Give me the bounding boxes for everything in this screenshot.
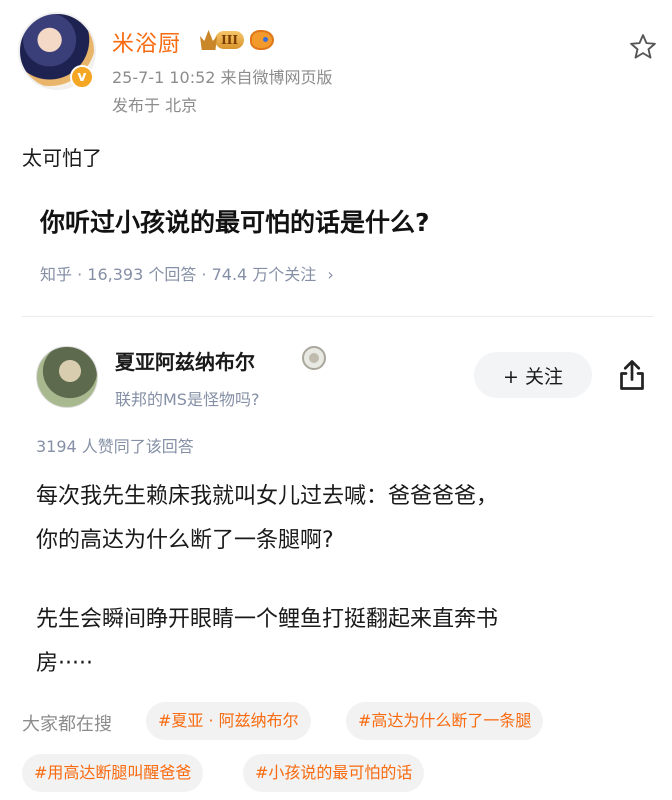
search-tag[interactable]: #用高达断腿叫醒爸爸 <box>22 754 204 792</box>
trending-search-label: 大家都在搜 <box>22 714 112 735</box>
search-tag[interactable]: #小孩说的最可怕的话 <box>243 754 425 792</box>
upvote-count: 3194 人赞同了该回答 <box>36 437 194 456</box>
answer-line: 先生会瞬间睁开眼睛一个鲤鱼打挺翻起来直奔书 <box>36 607 499 632</box>
post-location: 发布于 北京 <box>112 96 198 115</box>
answerer-bio: 联邦的MS是怪物吗? <box>115 390 260 409</box>
answer-line: 房····· <box>36 651 93 676</box>
badge-icon <box>302 346 326 370</box>
author-name[interactable]: 米浴厨 <box>112 26 181 58</box>
crown-level-icon: III <box>200 28 244 52</box>
search-tag[interactable]: #夏亚 · 阿兹纳布尔 <box>146 702 311 740</box>
answer-line: 每次我先生赖床我就叫女儿过去喊：爸爸爸爸， <box>36 484 499 509</box>
level-label: III <box>215 31 244 49</box>
question-stats[interactable]: 知乎 · 16,393 个回答 · 74.4 万个关注 › <box>40 261 334 285</box>
question-stats-text: 知乎 · 16,393 个回答 · 74.4 万个关注 <box>40 265 317 284</box>
divider <box>22 316 654 317</box>
chevron-right-icon: › <box>327 265 334 284</box>
share-icon[interactable] <box>614 356 650 394</box>
post-timestamp: 25-7-1 10:52 来自微博网页版 <box>112 68 333 87</box>
verified-icon: v <box>70 65 94 89</box>
search-tag[interactable]: #高达为什么断了一条腿 <box>346 702 544 740</box>
post-text: 太可怕了 <box>22 146 102 170</box>
follow-button[interactable]: + 关注 <box>474 352 592 398</box>
answer-line: 你的高达为什么断了一条腿啊? <box>36 528 334 553</box>
answerer-avatar[interactable] <box>36 346 98 408</box>
star-icon[interactable] <box>628 32 658 62</box>
answerer-name[interactable]: 夏亚阿兹纳布尔 <box>115 346 255 375</box>
fish-icon <box>250 30 274 50</box>
question-title[interactable]: 你听过小孩说的最可怕的话是什么? <box>40 203 430 239</box>
crown-icon <box>200 30 218 50</box>
